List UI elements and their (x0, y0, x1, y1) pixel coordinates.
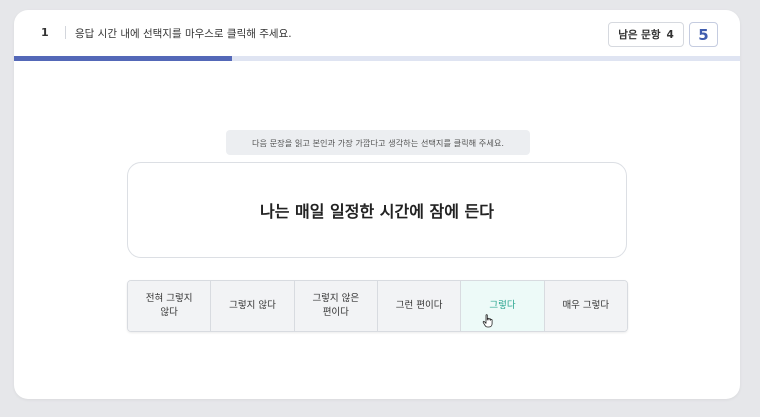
choice-agree[interactable]: 그렇다 (461, 281, 545, 331)
choice-somewhat-agree[interactable]: 그런 편이다 (377, 281, 462, 331)
question-number: 1 (41, 26, 49, 39)
choice-label: 매우 그렇다 (562, 300, 610, 311)
choice-label: 그렇다 (489, 300, 516, 311)
choice-disagree[interactable]: 그렇지 않다 (211, 281, 295, 331)
choice-strongly-agree[interactable]: 매우 그렇다 (544, 281, 627, 331)
remaining-label: 남은 문항 (618, 29, 661, 41)
hand-pointer-icon (483, 314, 493, 328)
choice-label: 그렇지 않은 편이다 (312, 293, 360, 318)
statement-box: 나는 매일 일정한 시간에 잠에 든다 (127, 162, 627, 258)
remaining-count: 4 (666, 28, 674, 41)
choice-somewhat-disagree[interactable]: 그렇지 않은 편이다 (294, 281, 378, 331)
header-divider (65, 26, 66, 39)
survey-card: 1 응답 시간 내에 선택지를 마우스로 클릭해 주세요. 남은 문항 4 5 … (14, 10, 740, 399)
header-instruction: 응답 시간 내에 선택지를 마우스로 클릭해 주세요. (75, 28, 292, 40)
answer-choices: 전혀 그렇지 않다 그렇지 않다 그렇지 않은 편이다 그런 편이다 그렇다 매… (127, 280, 628, 332)
progress-bar (14, 56, 740, 61)
guide-message: 다음 문장을 읽고 본인과 가장 가깝다고 생각하는 선택지를 클릭해 주세요. (226, 130, 530, 155)
remaining-questions-badge: 남은 문항 4 (608, 22, 684, 47)
progress-bar-fill (14, 56, 232, 61)
statement-text: 나는 매일 일정한 시간에 잠에 든다 (260, 202, 494, 221)
choice-label: 그런 편이다 (395, 300, 443, 311)
choice-strongly-disagree[interactable]: 전혀 그렇지 않다 (128, 281, 212, 331)
timer-counter: 5 (689, 22, 718, 47)
choice-label: 그렇지 않다 (229, 300, 276, 311)
question-header: 1 응답 시간 내에 선택지를 마우스로 클릭해 주세요. 남은 문항 4 5 (14, 10, 740, 56)
choice-label: 전혀 그렇지 않다 (145, 293, 193, 318)
